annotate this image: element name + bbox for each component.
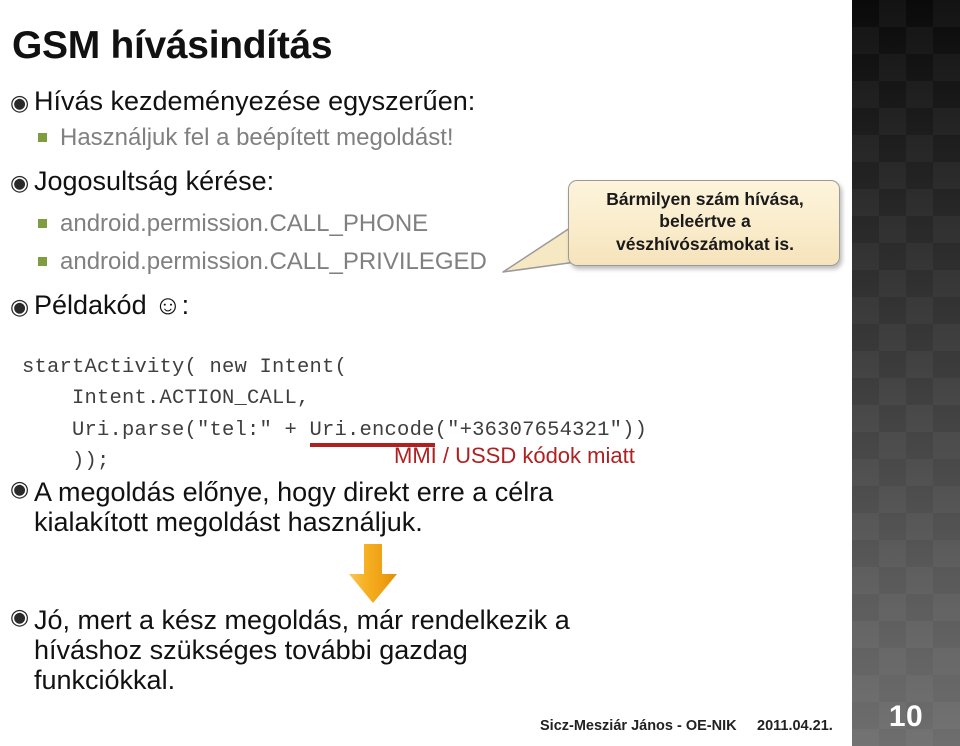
bullet-text: Jogosultság kérése: <box>34 166 275 196</box>
callout-pointer-tail <box>498 222 578 276</box>
bullet-marker-icon: ◉ <box>10 476 30 501</box>
page-number: 10 <box>888 700 924 733</box>
decorative-side-strip <box>852 0 960 746</box>
bullet-call-initiation: ◉ Hívás kezdeményezése egyszerűen: <box>10 86 475 116</box>
callout-line-2: beleértve a <box>659 211 751 232</box>
sub-bullet-text: android.permission.CALL_PRIVILEGED <box>60 248 487 275</box>
code-line-2: Intent.ACTION_CALL, <box>22 387 310 411</box>
bullet-text: Jó, mert a kész megoldás, már rendelkezi… <box>34 605 570 696</box>
bullet-marker-icon: ◉ <box>10 90 30 115</box>
bullet-sample-code: ◉ Példakód ☺: <box>10 290 189 320</box>
slide-title: GSM hívásindítás <box>12 24 333 67</box>
bullet-text: Példakód ☺: <box>34 290 190 320</box>
footer-author: Sicz-Mesziár János - OE-NIK <box>540 718 737 734</box>
footer-date: 2011.04.21. <box>757 718 833 734</box>
bullet-marker-icon: ◉ <box>10 604 30 629</box>
square-bullet-icon <box>38 218 47 228</box>
callout-line-1: Bármilyen szám hívása, <box>606 189 804 209</box>
bullet-solution-advantage: ◉ A megoldás előnye, hogy direkt erre a c… <box>10 476 610 538</box>
slide-canvas: 10 GSM hívásindítás ◉ Hívás kezdeményezés… <box>0 0 960 746</box>
code-line-3-prefix: Uri.parse("tel:" + <box>22 418 310 442</box>
bullet-marker-icon: ◉ <box>10 170 30 195</box>
bullet-ready-solution-benefit: ◉ Jó, mert a kész megoldás, már rendelkez… <box>10 604 610 696</box>
square-bullet-icon <box>38 256 47 266</box>
code-line-4: )); <box>22 450 110 474</box>
bullet-text: A megoldás előnye, hogy direkt erre a cé… <box>34 477 554 538</box>
square-bullet-icon <box>38 132 47 142</box>
callout-text: Bármilyen szám hívása, beleértve a vészh… <box>569 188 841 255</box>
code-annotation-mmi-ussd: MMI / USSD kódok miatt <box>394 443 635 468</box>
callout-bubble: Bármilyen szám hívása, beleértve a vészh… <box>568 180 840 266</box>
down-arrow-icon <box>342 543 404 605</box>
bullet-marker-icon: ◉ <box>10 294 30 319</box>
diamond-pattern-overlay <box>852 0 960 746</box>
bullet-permission-request: ◉ Jogosultság kérése: <box>10 166 274 196</box>
sub-bullet-call-phone-permission: android.permission.CALL_PHONE <box>38 210 429 238</box>
sub-bullet-text: Használjuk fel a beépített megoldást! <box>60 124 454 151</box>
code-line-1: startActivity( new Intent( <box>22 356 348 379</box>
callout-line-3: vészhívószámokat is. <box>616 233 794 254</box>
code-line-3-suffix: ("+36307654321")) <box>434 418 648 442</box>
sub-bullet-text: android.permission.CALL_PHONE <box>60 210 429 237</box>
sub-bullet-call-privileged-permission: android.permission.CALL_PRIVILEGED <box>38 248 487 276</box>
bullet-text: Hívás kezdeményezése egyszerűen: <box>34 86 476 116</box>
sub-bullet-use-builtin: Használjuk fel a beépített megoldást! <box>38 124 454 152</box>
